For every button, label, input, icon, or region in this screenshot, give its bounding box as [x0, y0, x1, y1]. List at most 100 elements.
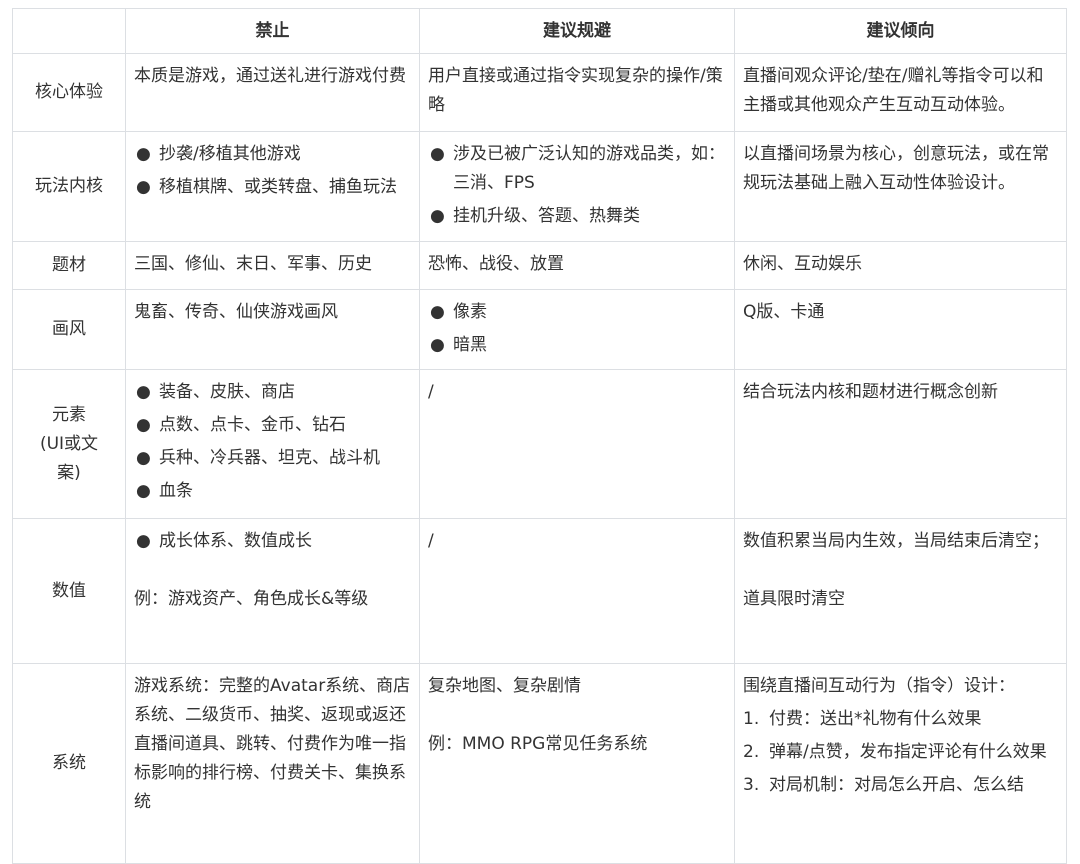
list-item: 2. 弹幕/点赞，发布指定评论有什么效果 [743, 738, 1058, 767]
list-item: ● 血条 [134, 477, 411, 506]
cell-avoid: 复杂地图、复杂剧情 例：MMO RPG常见任务系统 [419, 663, 735, 864]
bullet-list: ● 装备、皮肤、商店 ● 点数、点卡、金币、钻石 ● 兵种、冷兵器、坦克、战斗机 ● 血… [134, 378, 411, 506]
list-item: ● 点数、点卡、金币、钻石 [134, 411, 411, 440]
header-forbidden: 禁止 [125, 8, 420, 54]
example-text: 例：游戏资产、角色成长&等级 [134, 589, 369, 609]
example-text: 例：MMO RPG常见任务系统 [428, 734, 648, 754]
bullet-icon: ● [136, 382, 151, 402]
cell-forbidden: ● 成长体系、数值成长 例：游戏资产、角色成长&等级 [125, 518, 420, 664]
header-corner [12, 8, 126, 54]
list-number: 3. [743, 775, 760, 795]
row-label-gameplay-core: 玩法内核 [12, 131, 126, 242]
list-item-text: 装备、皮肤、商店 [159, 382, 295, 402]
table-row: 数值 ● 成长体系、数值成长 例：游戏资产、角色成长&等级 / 数值积累当局内生效… [12, 518, 1067, 664]
cell-prefer: 围绕直播间互动行为（指令）设计： 1. 付费：送出*礼物有什么效果 2. 弹幕/点赞… [734, 663, 1067, 864]
table-row: 题材 三国、修仙、末日、军事、历史 恐怖、战役、放置 休闲、互动娱乐 [12, 241, 1067, 290]
cell-paragraph: 复杂地图、复杂剧情 [428, 676, 581, 696]
bullet-icon: ● [430, 302, 445, 322]
row-label-art-style: 画风 [12, 289, 126, 370]
list-item-text: 移植棋牌、或类转盘、捕鱼玩法 [159, 177, 397, 197]
list-item: ● 抄袭/移植其他游戏 [134, 140, 411, 169]
cell-paragraph: 数值积累当局内生效，当局结束后清空； [743, 531, 1049, 551]
cell-avoid: / [419, 369, 735, 519]
cell-paragraph: 围绕直播间互动行为（指令）设计： [743, 676, 1015, 696]
cell-forbidden: 鬼畜、传奇、仙侠游戏画风 [125, 289, 420, 370]
cell-avoid: ● 涉及已被广泛认知的游戏品类，如：三消、FPS ● 挂机升级、答题、热舞类 [419, 131, 735, 242]
cell-avoid: 用户直接或通过指令实现复杂的操作/策略 [419, 53, 735, 132]
list-item-text: 点数、点卡、金币、钻石 [159, 415, 346, 435]
cell-forbidden: 游戏系统：完整的Avatar系统、商店系统、二级货币、抽奖、返现或返还直播间道具… [125, 663, 420, 864]
row-label-core-experience: 核心体验 [12, 53, 126, 132]
row-label-elements: 元素 (UI或文 案) [12, 369, 126, 519]
row-label-theme: 题材 [12, 241, 126, 290]
bullet-list: ● 像素 ● 暗黑 [428, 298, 726, 360]
cell-forbidden: ● 装备、皮肤、商店 ● 点数、点卡、金币、钻石 ● 兵种、冷兵器、坦克、战斗机 ● 血… [125, 369, 420, 519]
row-label-line: 元素 [52, 404, 86, 425]
list-item: ● 涉及已被广泛认知的游戏品类，如：三消、FPS [428, 140, 726, 198]
cell-paragraph: 道具限时清空 [743, 589, 845, 609]
cell-prefer: 直播间观众评论/垫在/赠礼等指令可以和主播或其他观众产生互动互动体验。 [734, 53, 1067, 132]
content-policy-table: 禁止 建议规避 建议倾向 核心体验 本质是游戏，通过送礼进行游戏付费 用户直接或… [12, 8, 1067, 864]
bullet-icon: ● [136, 144, 151, 164]
list-number: 1. [743, 709, 760, 729]
list-item-text: 抄袭/移植其他游戏 [159, 144, 301, 164]
row-label-line: (UI或文 [39, 433, 99, 454]
bullet-list: ● 成长体系、数值成长 [134, 527, 411, 556]
table-row: 玩法内核 ● 抄袭/移植其他游戏 ● 移植棋牌、或类转盘、捕鱼玩法 ● 涉及已被广泛认… [12, 131, 1067, 242]
cell-prefer: Q版、卡通 [734, 289, 1067, 370]
list-item-text: 涉及已被广泛认知的游戏品类，如：三消、FPS [453, 144, 725, 193]
cell-forbidden: 本质是游戏，通过送礼进行游戏付费 [125, 53, 420, 132]
table-row: 元素 (UI或文 案) ● 装备、皮肤、商店 ● 点数、点卡、金币、钻石 ● 兵种、冷… [12, 369, 1067, 519]
list-number: 2. [743, 742, 760, 762]
list-item-text: 像素 [453, 302, 487, 322]
list-item: ● 像素 [428, 298, 726, 327]
table-header-row: 禁止 建议规避 建议倾向 [12, 8, 1067, 54]
bullet-list: ● 涉及已被广泛认知的游戏品类，如：三消、FPS ● 挂机升级、答题、热舞类 [428, 140, 726, 231]
list-item: 1. 付费：送出*礼物有什么效果 [743, 705, 1058, 734]
list-item: ● 挂机升级、答题、热舞类 [428, 202, 726, 231]
numbered-list: 1. 付费：送出*礼物有什么效果 2. 弹幕/点赞，发布指定评论有什么效果 3. 对局… [743, 705, 1058, 800]
table-row: 系统 游戏系统：完整的Avatar系统、商店系统、二级货币、抽奖、返现或返还直播… [12, 663, 1067, 864]
row-label-system: 系统 [12, 663, 126, 864]
cell-prefer: 数值积累当局内生效，当局结束后清空； 道具限时清空 [734, 518, 1067, 664]
list-item-text: 付费：送出*礼物有什么效果 [769, 709, 982, 729]
table-row: 画风 鬼畜、传奇、仙侠游戏画风 ● 像素 ● 暗黑 Q版、卡通 [12, 289, 1067, 370]
list-item-text: 血条 [159, 481, 193, 501]
cell-prefer: 以直播间场景为核心，创意玩法，或在常规玩法基础上融入互动性体验设计。 [734, 131, 1067, 242]
bullet-icon: ● [430, 144, 445, 164]
row-label-numerics: 数值 [12, 518, 126, 664]
list-item: ● 装备、皮肤、商店 [134, 378, 411, 407]
list-item-text: 挂机升级、答题、热舞类 [453, 206, 640, 226]
list-item: ● 暗黑 [428, 331, 726, 360]
list-item: ● 兵种、冷兵器、坦克、战斗机 [134, 444, 411, 473]
bullet-icon: ● [136, 448, 151, 468]
bullet-icon: ● [430, 206, 445, 226]
list-item: ● 成长体系、数值成长 [134, 527, 411, 556]
list-item-text: 兵种、冷兵器、坦克、战斗机 [159, 448, 380, 468]
header-prefer: 建议倾向 [734, 8, 1067, 54]
list-item-text: 对局机制：对局怎么开启、怎么结 [769, 775, 1024, 795]
list-item-text: 弹幕/点赞，发布指定评论有什么效果 [769, 742, 1047, 762]
bullet-icon: ● [136, 531, 151, 551]
cell-avoid: ● 像素 ● 暗黑 [419, 289, 735, 370]
list-item-text: 暗黑 [453, 335, 487, 355]
table-row: 核心体验 本质是游戏，通过送礼进行游戏付费 用户直接或通过指令实现复杂的操作/策… [12, 53, 1067, 132]
list-item-text: 成长体系、数值成长 [159, 531, 312, 551]
bullet-icon: ● [136, 415, 151, 435]
bullet-icon: ● [136, 177, 151, 197]
cell-forbidden: 三国、修仙、末日、军事、历史 [125, 241, 420, 290]
cell-prefer: 休闲、互动娱乐 [734, 241, 1067, 290]
cell-prefer: 结合玩法内核和题材进行概念创新 [734, 369, 1067, 519]
cell-avoid: / [419, 518, 735, 664]
header-avoid: 建议规避 [419, 8, 735, 54]
row-label-line: 案) [57, 462, 81, 483]
bullet-icon: ● [430, 335, 445, 355]
list-item: ● 移植棋牌、或类转盘、捕鱼玩法 [134, 173, 411, 202]
list-item: 3. 对局机制：对局怎么开启、怎么结 [743, 771, 1058, 800]
bullet-icon: ● [136, 481, 151, 501]
cell-avoid: 恐怖、战役、放置 [419, 241, 735, 290]
bullet-list: ● 抄袭/移植其他游戏 ● 移植棋牌、或类转盘、捕鱼玩法 [134, 140, 411, 202]
